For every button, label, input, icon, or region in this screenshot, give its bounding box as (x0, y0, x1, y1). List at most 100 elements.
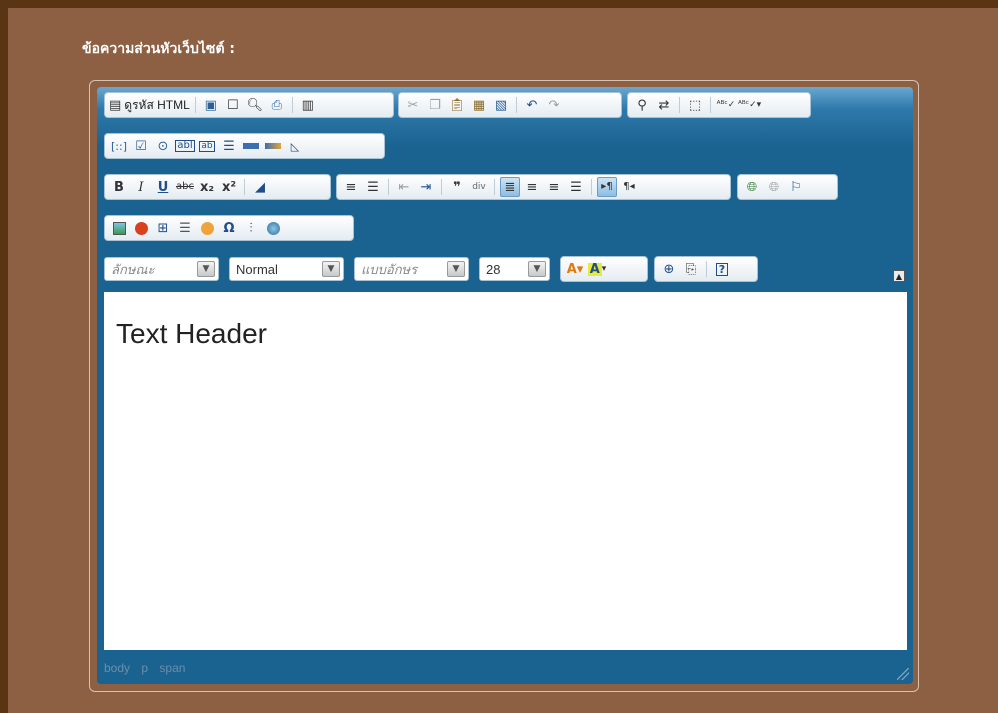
preview-icon: 🔍︎ (246, 97, 264, 113)
image-button-button[interactable] (263, 136, 283, 156)
replace-button[interactable]: ⇄ (654, 95, 674, 115)
image-icon (112, 221, 126, 235)
subscript-button[interactable]: x₂ (197, 177, 217, 197)
undo-icon: ↶ (526, 97, 538, 113)
select-button[interactable]: ☰ (219, 136, 239, 156)
undo-button[interactable]: ↶ (522, 95, 542, 115)
unlink-button[interactable]: 🌐︎ (764, 177, 784, 197)
editor-content-area[interactable]: Text Header (104, 292, 907, 650)
textarea-button[interactable]: ab (197, 136, 217, 156)
underline-icon: U (157, 179, 169, 195)
image-button[interactable] (109, 218, 129, 238)
path-item-span[interactable]: span (159, 661, 185, 675)
outdent-button[interactable]: ⇤ (394, 177, 414, 197)
blockquote-button[interactable]: ❞ (447, 177, 467, 197)
justify-button[interactable]: ☰ (566, 177, 586, 197)
indent-button[interactable]: ⇥ (416, 177, 436, 197)
numbered-list-icon: ≡ (345, 179, 357, 195)
scayt-button[interactable]: ᴬᴮᶜ✓▾ (738, 95, 761, 115)
radio-button[interactable]: ⊙ (153, 136, 173, 156)
select-all-icon: ⬚ (688, 97, 702, 113)
table-button[interactable]: ⊞ (153, 218, 173, 238)
tools-group: ⊕ ⎘ ? (654, 256, 758, 282)
numbered-list-button[interactable]: ≡ (341, 177, 361, 197)
redo-button[interactable]: ↷ (544, 95, 564, 115)
path-item-p[interactable]: p (141, 661, 148, 675)
rtl-button[interactable]: ¶◂ (619, 177, 639, 197)
align-center-icon: ≡ (526, 179, 538, 195)
editing-group: ⚲ ⇄ ⬚ ᴬᴮᶜ✓ ᴬᴮᶜ✓▾ (627, 92, 811, 118)
underline-button[interactable]: U (153, 177, 173, 197)
paragraph-format-combo[interactable]: Normal ▼ (229, 257, 344, 281)
link-button[interactable]: 🌐︎ (742, 177, 762, 197)
separator (591, 179, 592, 195)
basic-styles-group: B I U abc x₂ x² ◢ (104, 174, 331, 200)
hidden-field-button[interactable]: ◺ (285, 136, 305, 156)
special-char-button[interactable]: Ω (219, 218, 239, 238)
show-blocks-button[interactable]: ⎘ (681, 259, 701, 279)
horizontal-rule-button[interactable]: ☰ (175, 218, 195, 238)
iframe-button[interactable] (263, 218, 283, 238)
show-blocks-icon: ⎘ (685, 261, 697, 277)
paste-word-icon: ▧ (494, 97, 508, 113)
source-button[interactable]: ▤ ดูรหัส HTML (109, 95, 190, 115)
resize-handle-icon[interactable] (897, 668, 909, 680)
find-icon: ⚲ (637, 97, 647, 113)
chevron-down-icon: ▼ (197, 261, 215, 277)
clipboard-group: ✂ ❐ 📋︎ ▦ ▧ ↶ ↷ (398, 92, 622, 118)
bg-color-button[interactable]: A ▾ (587, 259, 607, 279)
font-size-combo[interactable]: 28 ▼ (479, 257, 550, 281)
anchor-button[interactable]: ⚐ (786, 177, 806, 197)
form-button[interactable]: [::] (109, 136, 129, 156)
insert-group: ⊞ ☰ Ω ⫶ (104, 215, 354, 241)
align-right-button[interactable]: ≡ (544, 177, 564, 197)
textfield-button[interactable]: abl (175, 136, 195, 156)
align-left-button[interactable]: ≣ (500, 177, 520, 197)
hidden-field-icon: ◺ (290, 139, 300, 153)
paste-button[interactable]: 📋︎ (447, 95, 467, 115)
bold-button[interactable]: B (109, 177, 129, 197)
rich-text-editor: ▤ ดูรหัส HTML ▣ ☐ 🔍︎ ⎙ ▥ ✂ ❐ 📋︎ ▦ ▧ ↶ ↷ (97, 87, 913, 684)
save-button[interactable]: ▣ (201, 95, 221, 115)
cut-button[interactable]: ✂ (403, 95, 423, 115)
separator (494, 179, 495, 195)
spellcheck-button[interactable]: ᴬᴮᶜ✓ (716, 95, 736, 115)
copy-button[interactable]: ❐ (425, 95, 445, 115)
blockquote-icon: ❞ (453, 179, 461, 195)
print-button[interactable]: ⎙ (267, 95, 287, 115)
preview-button[interactable]: 🔍︎ (245, 95, 265, 115)
italic-button[interactable]: I (131, 177, 151, 197)
help-icon: ? (715, 262, 729, 276)
textarea-icon: ab (199, 140, 215, 152)
superscript-button[interactable]: x² (219, 177, 239, 197)
format-combo[interactable]: ลักษณะ ▼ (104, 257, 219, 281)
maximize-button[interactable]: ⊕ (659, 259, 679, 279)
smiley-button[interactable] (197, 218, 217, 238)
bulleted-list-button[interactable]: ☰ (363, 177, 383, 197)
align-center-button[interactable]: ≡ (522, 177, 542, 197)
page-background: ข้อความส่วนหัวเว็บไซต์ : ▤ ดูรหัส HTML ▣… (0, 0, 998, 713)
paste-word-button[interactable]: ▧ (491, 95, 511, 115)
div-button[interactable]: div (469, 177, 489, 197)
ltr-button[interactable]: ▸¶ (597, 177, 617, 197)
about-button[interactable]: ? (712, 259, 732, 279)
strike-icon: abc (176, 181, 194, 192)
indent-icon: ⇥ (420, 179, 432, 195)
remove-format-button[interactable]: ◢ (250, 177, 270, 197)
find-button[interactable]: ⚲ (632, 95, 652, 115)
page-break-button[interactable]: ⫶ (241, 218, 261, 238)
select-all-button[interactable]: ⬚ (685, 95, 705, 115)
checkbox-button[interactable]: ☑ (131, 136, 151, 156)
path-item-body[interactable]: body (104, 661, 130, 675)
button-button[interactable] (241, 136, 261, 156)
templates-button[interactable]: ▥ (298, 95, 318, 115)
strike-button[interactable]: abc (175, 177, 195, 197)
text-color-button[interactable]: A▾ (565, 259, 585, 279)
flash-button[interactable] (131, 218, 151, 238)
paste-text-button[interactable]: ▦ (469, 95, 489, 115)
iframe-icon (266, 221, 280, 235)
collapse-toolbar-button[interactable]: ▲ (893, 270, 905, 282)
paragraph-format-value: Normal (236, 261, 278, 277)
new-page-button[interactable]: ☐ (223, 95, 243, 115)
font-combo[interactable]: แบบอักษร ▼ (354, 257, 469, 281)
